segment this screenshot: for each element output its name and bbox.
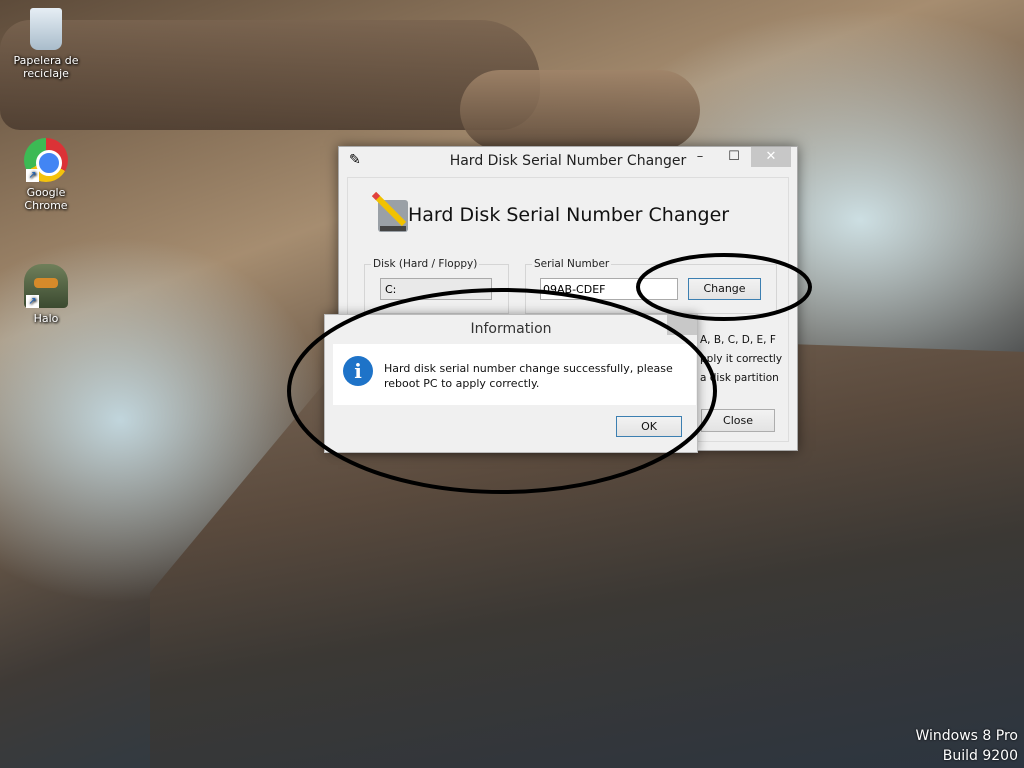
disk-select[interactable]: C: ⌄ xyxy=(380,278,492,300)
dialog-body: i Hard disk serial number change success… xyxy=(333,344,696,405)
ok-button[interactable]: OK xyxy=(616,416,682,437)
desktop-icon-halo[interactable]: ↗ Halo xyxy=(6,264,86,325)
recycle-bin-icon xyxy=(30,8,62,50)
wallpaper-rock xyxy=(460,70,700,150)
shortcut-arrow-icon: ↗ xyxy=(26,169,39,182)
windows-watermark: Windows 8 Pro Build 9200 xyxy=(915,728,1018,764)
chevron-down-icon: ⌄ xyxy=(477,282,487,295)
app-heading: Hard Disk Serial Number Changer xyxy=(408,204,730,226)
serial-number-input[interactable]: 09AB-CDEF xyxy=(540,278,678,300)
close-button[interactable]: Close xyxy=(701,409,775,432)
halo-icon: ↗ xyxy=(24,264,68,308)
hint-text: a disk partition xyxy=(700,372,779,384)
title-bar[interactable]: ✎ Hard Disk Serial Number Changer – ☐ ✕ xyxy=(339,147,797,175)
maximize-button[interactable]: ☐ xyxy=(717,147,751,167)
info-icon: i xyxy=(343,356,373,386)
dialog-title: Information xyxy=(470,321,552,337)
desktop-icon-recycle-bin[interactable]: Papelera de reciclaje xyxy=(6,8,86,80)
close-window-button[interactable]: ✕ xyxy=(751,147,791,167)
minimize-button[interactable]: – xyxy=(683,147,717,167)
hint-text: pply it correctly xyxy=(700,353,783,365)
change-button[interactable]: Change xyxy=(688,278,761,300)
information-dialog: Information i Hard disk serial number ch… xyxy=(324,314,698,453)
chrome-icon: ↗ xyxy=(24,138,68,182)
shortcut-arrow-icon: ↗ xyxy=(26,295,39,308)
desktop-icon-chrome[interactable]: ↗ Google Chrome xyxy=(6,138,86,212)
hint-text: A, B, C, D, E, F xyxy=(700,334,776,346)
dialog-message: Hard disk serial number change successfu… xyxy=(384,362,673,390)
dialog-close-button[interactable] xyxy=(667,315,697,335)
